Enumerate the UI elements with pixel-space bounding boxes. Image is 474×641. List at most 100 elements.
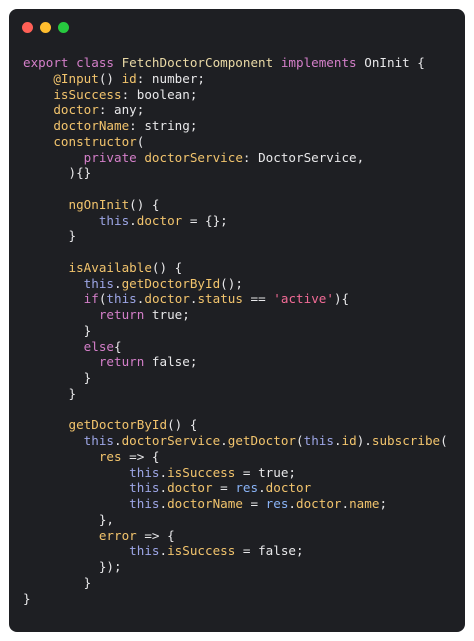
code-line: } (23, 575, 461, 591)
code-token: FetchDoctorComponent (121, 55, 274, 70)
code-token: res (23, 448, 122, 464)
code-line: ){} (23, 165, 461, 181)
code-line: } (23, 323, 461, 339)
close-dot-icon[interactable] (22, 22, 33, 33)
code-line: doctorName: string; (23, 118, 461, 134)
code-token: doctorService (121, 433, 221, 448)
code-token: isAvailable (23, 259, 152, 275)
code-line: @Input() id: number; (23, 71, 461, 87)
code-token: this (23, 212, 130, 228)
code-line: } (23, 591, 461, 607)
code-token: . (114, 275, 122, 291)
code-token: = (212, 480, 236, 496)
code-line: doctor: any; (23, 102, 461, 118)
code-token: . (333, 433, 342, 448)
code-line: constructor( (23, 134, 461, 150)
code-token: error (23, 527, 137, 543)
code-token: } (23, 590, 31, 606)
code-token: this (303, 433, 334, 448)
code-line: } (23, 386, 461, 402)
code-token: ). (356, 433, 372, 448)
code-token: res (235, 480, 259, 496)
code-token: id (121, 70, 137, 86)
code-token: doctor (23, 102, 99, 118)
code-token: . (159, 496, 168, 511)
code-token: . (129, 212, 137, 228)
code-token: } (23, 385, 77, 401)
code-token: doctor (136, 212, 183, 228)
code-token: } (23, 370, 92, 385)
maximize-dot-icon[interactable] (58, 22, 69, 33)
code-token: () { (167, 417, 198, 433)
code-token: = true; (235, 464, 296, 480)
code-line: return true; (23, 307, 461, 323)
code-line: this.doctorName = res.doctor.name; (23, 496, 461, 512)
code-token: ){} (23, 165, 92, 181)
code-token: getDoctorById (121, 275, 221, 291)
code-token: => { (136, 527, 175, 543)
code-token: . (159, 480, 168, 496)
code-token: this (23, 543, 160, 559)
code-line: } (23, 370, 461, 386)
code-token: . (258, 480, 266, 496)
code-token: () { (129, 196, 160, 212)
code-line: isSuccess: boolean; (23, 87, 461, 103)
code-token: getDoctorById (23, 417, 168, 433)
code-token: @Input (23, 70, 99, 86)
code-token: export class (23, 55, 122, 70)
code-token: res (265, 496, 289, 511)
code-token: == (242, 291, 274, 307)
code-token: : any; (98, 102, 145, 118)
code-token: else (23, 338, 114, 354)
code-window: export class FetchDoctorComponent implem… (9, 9, 465, 632)
code-line: error => { (23, 528, 461, 544)
code-token: : number; (136, 70, 205, 86)
code-line: else{ (23, 339, 461, 355)
code-line: ngOnInit() { (23, 197, 461, 213)
code-token: ; (379, 496, 388, 511)
code-token: : string; (129, 118, 198, 133)
code-line: this.doctor = res.doctor (23, 480, 461, 496)
code-token: doctorName (23, 118, 130, 133)
code-token: = {}; (182, 212, 228, 228)
minimize-dot-icon[interactable] (40, 22, 51, 33)
code-token: getDoctor (227, 433, 297, 448)
code-token: => { (121, 448, 160, 464)
code-token: : DoctorService, (242, 149, 365, 165)
code-token: this (23, 464, 160, 480)
code-token: private (23, 149, 145, 165)
code-token: this (23, 433, 114, 448)
code-token: doctor (265, 480, 312, 496)
code-token: subscribe (371, 433, 441, 448)
code-token: isSuccess (167, 464, 236, 480)
code-token: implements (273, 55, 365, 70)
code-block: export class FetchDoctorComponent implem… (23, 55, 461, 606)
code-token: () (98, 70, 122, 86)
code-token: doctor (296, 496, 342, 511)
code-line: getDoctorById() { (23, 417, 461, 433)
code-token: }); (23, 559, 122, 574)
code-token: ( (136, 133, 145, 149)
code-line: if(this.doctor.status == 'active'){ (23, 291, 461, 307)
code-line: }, (23, 512, 461, 528)
code-token: return (23, 307, 152, 322)
code-token: } (23, 574, 92, 590)
code-token: if (23, 291, 99, 307)
code-line: } (23, 228, 461, 244)
code-token: = (242, 496, 266, 511)
code-line: return false; (23, 354, 461, 370)
code-token: name (349, 496, 380, 511)
code-token: . (114, 433, 122, 448)
code-line: this.isSuccess = false; (23, 543, 461, 559)
code-token: ){ (333, 291, 350, 307)
code-token: OnInit { (364, 55, 425, 70)
code-line: this.doctorService.getDoctor(this.id).su… (23, 433, 461, 449)
code-token: (); (220, 275, 243, 291)
code-line: this.getDoctorById(); (23, 276, 461, 292)
code-token: status (197, 291, 243, 307)
code-token: . (159, 464, 168, 480)
code-token: ( (296, 433, 304, 448)
code-token: { (114, 338, 122, 354)
